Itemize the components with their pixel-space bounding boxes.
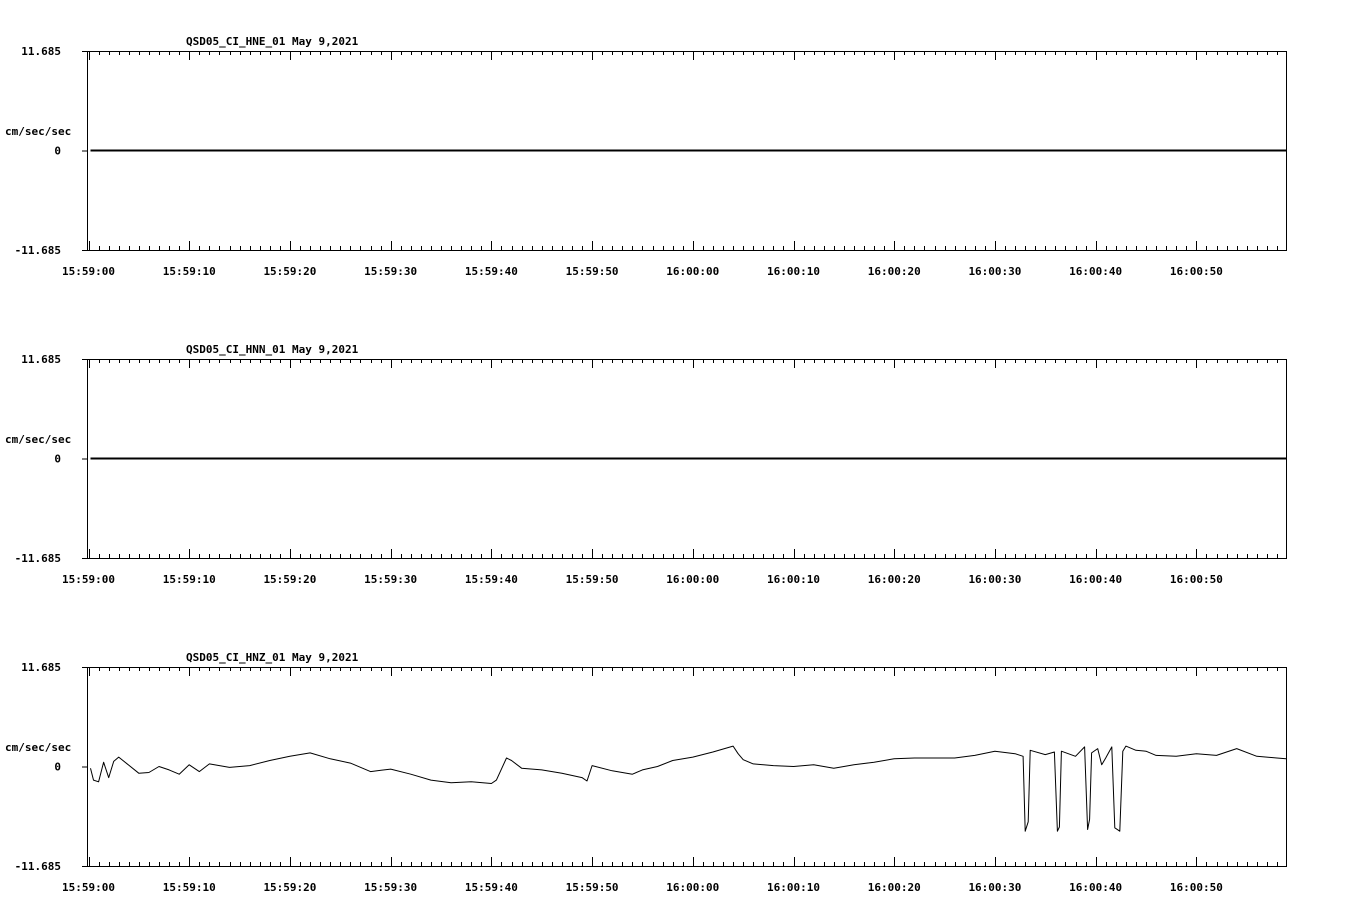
- x-tick-label: 16:00:50: [1170, 881, 1223, 894]
- x-tick-label: 16:00:10: [767, 265, 820, 278]
- x-tick-label: 15:59:20: [263, 573, 316, 586]
- y-tick-label: 0: [54, 453, 61, 466]
- x-tick-label: 15:59:40: [465, 881, 518, 894]
- x-tick-label: 16:00:40: [1069, 573, 1122, 586]
- y-tick-label: 0: [54, 145, 61, 158]
- x-tick-label: 15:59:00: [62, 573, 115, 586]
- x-tick-label: 16:00:00: [666, 265, 719, 278]
- x-tick-label: 15:59:00: [62, 265, 115, 278]
- x-tick-label: 15:59:50: [566, 573, 619, 586]
- x-tick-label: 16:00:50: [1170, 265, 1223, 278]
- y-tick-label: 0: [54, 761, 61, 774]
- x-tick-label: 16:00:00: [666, 573, 719, 586]
- chart-panel-hne: QSD05_CI_HNE_01 May 9,2021 11.685 0 -11.685…: [5, 35, 1287, 278]
- chart-panel-hnz: QSD05_CI_HNZ_01 May 9,2021 11.685 0 -11.685…: [5, 651, 1287, 894]
- chart-title: QSD05_CI_HNE_01 May 9,2021: [186, 35, 359, 48]
- y-tick-label: 11.685: [21, 353, 61, 366]
- chart-title: QSD05_CI_HNN_01 May 9,2021: [186, 343, 359, 356]
- x-tick-label: 15:59:10: [163, 573, 216, 586]
- x-tick-label: 15:59:50: [566, 881, 619, 894]
- x-tick-label: 15:59:10: [163, 881, 216, 894]
- x-tick-label: 15:59:20: [263, 881, 316, 894]
- y-axis-label: cm/sec/sec: [5, 125, 71, 138]
- x-tick-label: 15:59:30: [364, 881, 417, 894]
- x-tick-label: 16:00:40: [1069, 265, 1122, 278]
- y-axis-label: cm/sec/sec: [5, 433, 71, 446]
- x-tick-label: 15:59:10: [163, 265, 216, 278]
- seismogram-figure: QSD05_CI_HNE_01 May 9,2021 11.685 0 -11.685…: [5, 35, 1287, 894]
- x-tick-label: 16:00:30: [968, 881, 1021, 894]
- y-tick-label: -11.685: [15, 244, 61, 257]
- y-tick-label: -11.685: [15, 860, 61, 873]
- x-tick-label: 16:00:20: [868, 573, 921, 586]
- x-tick-label: 16:00:30: [968, 265, 1021, 278]
- chart-title: QSD05_CI_HNZ_01 May 9,2021: [186, 651, 359, 664]
- x-tick-label: 15:59:00: [62, 881, 115, 894]
- x-tick-label: 16:00:20: [868, 881, 921, 894]
- x-tick-label: 16:00:40: [1069, 881, 1122, 894]
- x-tick-label: 15:59:40: [465, 265, 518, 278]
- x-tick-label: 16:00:20: [868, 265, 921, 278]
- series-line: [90, 745, 1287, 832]
- x-tick-label: 15:59:40: [465, 573, 518, 586]
- y-tick-label: 11.685: [21, 45, 61, 58]
- x-tick-label: 16:00:10: [767, 881, 820, 894]
- x-tick-label: 16:00:00: [666, 881, 719, 894]
- plot-frame: [87, 667, 1287, 867]
- x-tick-label: 15:59:50: [566, 265, 619, 278]
- x-tick-label: 15:59:30: [364, 573, 417, 586]
- x-tick-label: 16:00:10: [767, 573, 820, 586]
- y-tick-label: 11.685: [21, 661, 61, 674]
- x-tick-label: 16:00:50: [1170, 573, 1223, 586]
- x-tick-label: 16:00:30: [968, 573, 1021, 586]
- x-tick-label: 15:59:30: [364, 265, 417, 278]
- y-tick-label: -11.685: [15, 552, 61, 565]
- y-axis-label: cm/sec/sec: [5, 741, 71, 754]
- x-tick-label: 15:59:20: [263, 265, 316, 278]
- chart-panel-hnn: QSD05_CI_HNN_01 May 9,2021 11.685 0 -11.685…: [5, 343, 1287, 586]
